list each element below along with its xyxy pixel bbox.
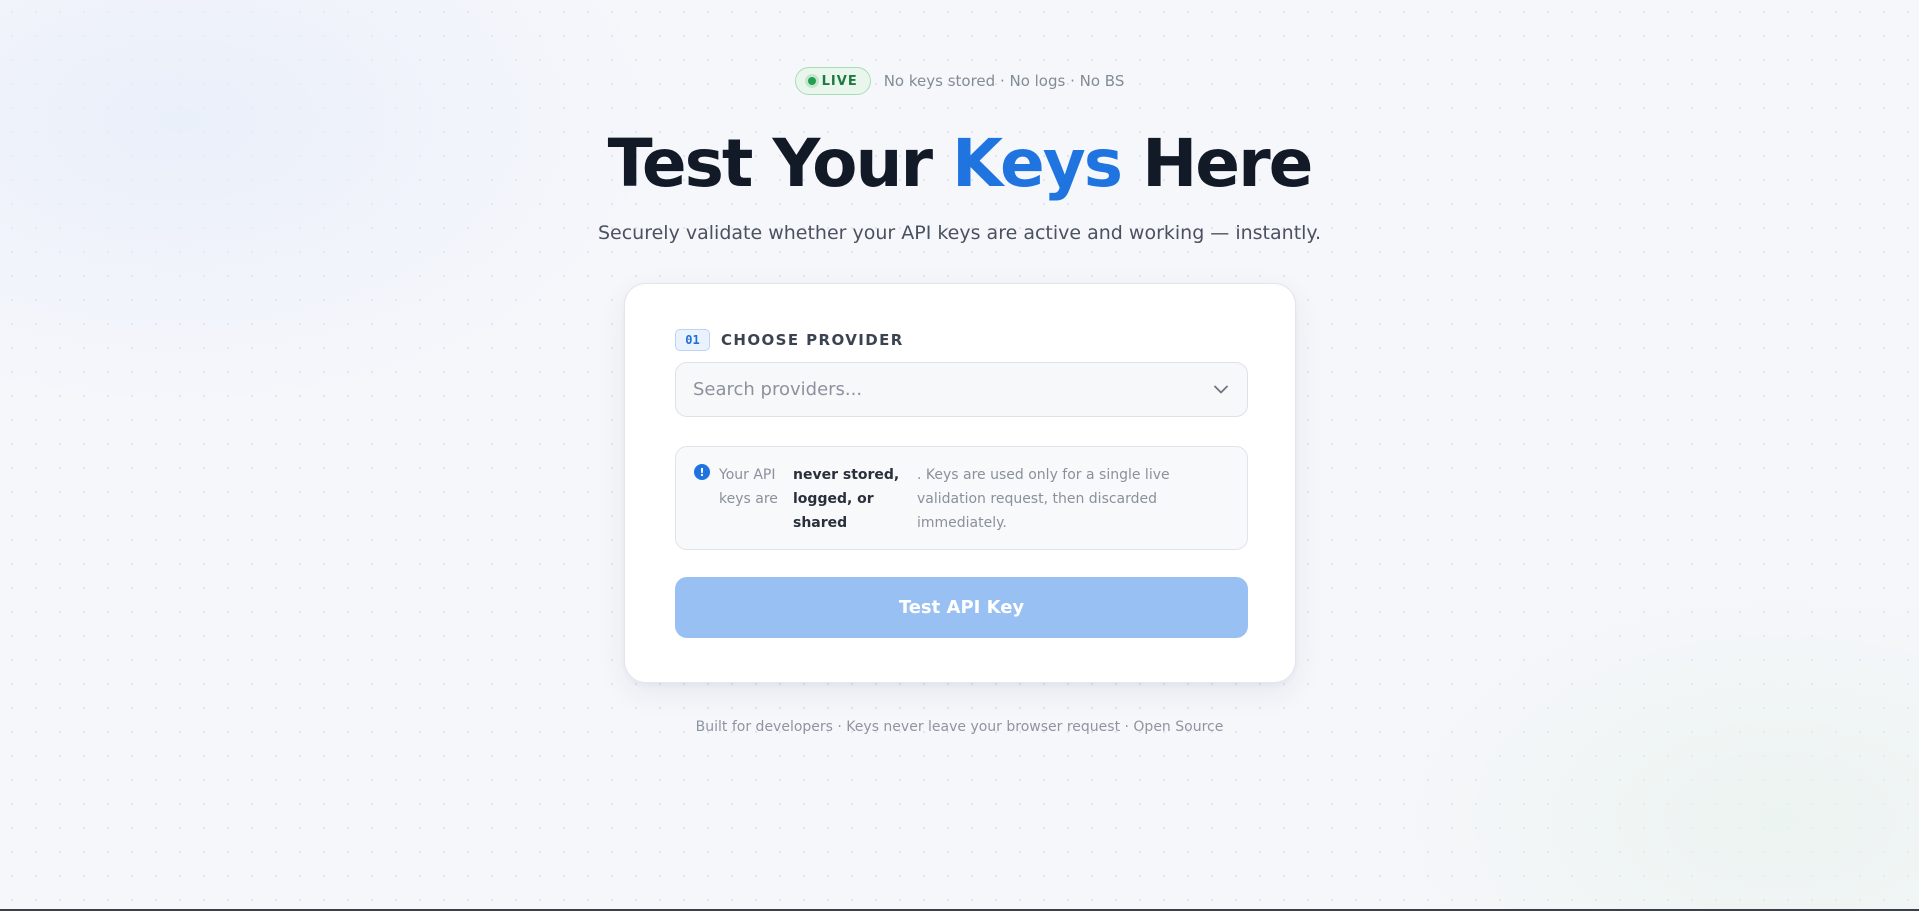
provider-select[interactable] [675, 362, 1248, 417]
notice-text-emphasis: never stored, logged, or shared [793, 467, 900, 531]
notice-text-intro: Your API keys are [719, 467, 778, 507]
privacy-tagline: No keys stored · No logs · No BS [883, 72, 1125, 90]
privacy-notice: ! Your API keys are never stored, logged… [675, 446, 1248, 550]
info-icon: ! [694, 464, 710, 480]
page-subtitle: Securely validate whether your API keys … [597, 222, 1321, 244]
test-api-key-button[interactable]: Test API Key [675, 577, 1248, 638]
live-status-label: LIVE [821, 73, 858, 89]
title-accent-word: Keys [952, 125, 1123, 202]
provider-search-input[interactable] [676, 363, 1211, 416]
notice-text-detail: . Keys are used only for a single live v… [917, 467, 1170, 531]
live-dot-icon [807, 77, 816, 85]
title-part-before: Test Your [607, 125, 953, 202]
step-number-badge: 01 [675, 329, 710, 351]
status-row: LIVE No keys stored · No logs · No BS [0, 67, 1919, 95]
validator-card: 01 CHOOSE PROVIDER ! Your API keys are n… [624, 283, 1296, 683]
page-title: Test Your Keys Here [0, 124, 1919, 204]
live-status-badge: LIVE [794, 67, 871, 95]
chevron-down-icon[interactable] [1211, 380, 1231, 400]
title-part-after: Here [1121, 125, 1313, 202]
step-label: CHOOSE PROVIDER [721, 331, 904, 349]
footer-note: Built for developers · Keys never leave … [695, 719, 1224, 735]
step-header: 01 CHOOSE PROVIDER [675, 329, 904, 351]
